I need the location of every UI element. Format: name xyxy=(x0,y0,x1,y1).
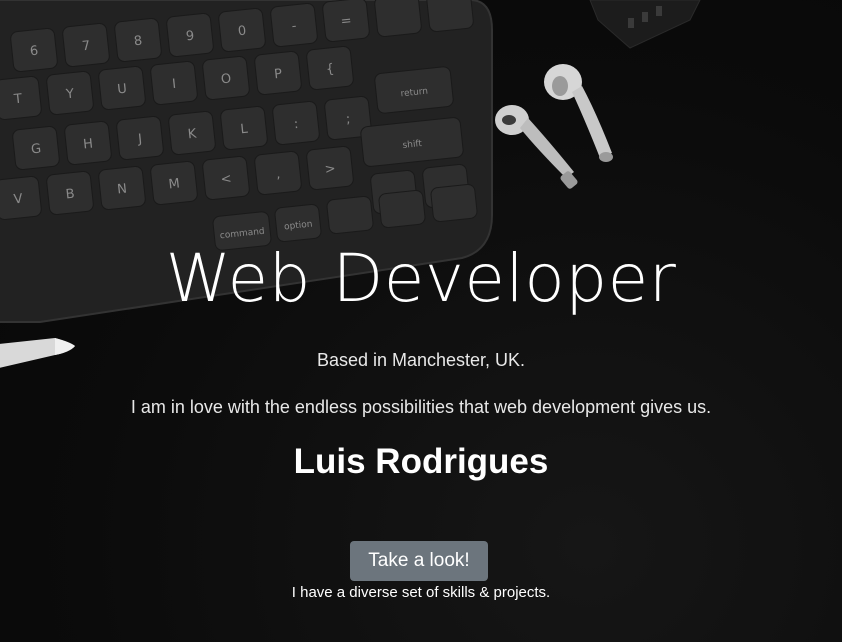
keyboard-key-label: M xyxy=(168,176,181,192)
location-text: Based in Manchester, UK. xyxy=(316,350,526,370)
keyboard-key-label: U xyxy=(117,82,128,98)
keyboard-key xyxy=(426,0,474,32)
keyboard-key-label: < xyxy=(220,171,232,187)
keyboard-key-label: 7 xyxy=(81,39,91,55)
keyboard-key-label: Y xyxy=(64,87,75,103)
earbuds-image xyxy=(495,64,613,189)
hero-section: 6 7 8 9 0- = T Y U I O P{return G H J K L:; shift V B N M <, > c… xyxy=(0,0,842,642)
keyboard-key-label: > xyxy=(324,161,336,177)
arrow-key xyxy=(378,189,426,229)
keyboard-key-label: T xyxy=(12,92,23,108)
keyboard-key-label: H xyxy=(83,137,94,153)
arrow-key xyxy=(326,195,374,235)
skills-note: I have a diverse set of skills & project… xyxy=(291,584,551,601)
keyboard-key-label: 0 xyxy=(237,24,247,40)
keyboard-key-label: 6 xyxy=(29,44,39,60)
notebook-image xyxy=(589,0,701,49)
keyboard-key-label: O xyxy=(220,71,232,87)
arrow-key xyxy=(430,183,478,223)
keyboard-key xyxy=(374,0,422,37)
keyboard-key-label: { xyxy=(325,62,335,78)
keyboard-key-label: B xyxy=(65,187,75,203)
developer-name: Luis Rodrigues xyxy=(293,442,549,481)
keyboard-key-label: shift xyxy=(402,139,423,151)
take-a-look-button[interactable]: Take a look! xyxy=(350,541,488,581)
keyboard-key-label: G xyxy=(30,142,42,158)
tagline-text: I am in love with the endless possibilit… xyxy=(130,397,712,417)
keyboard-key-label: V xyxy=(13,192,24,208)
keyboard-key-label: 8 xyxy=(133,34,143,50)
keyboard-key-label: N xyxy=(117,182,128,198)
keyboard-key-label: = xyxy=(340,13,352,29)
page-title: Web Developer xyxy=(165,240,677,317)
keyboard-key-label: 9 xyxy=(185,29,195,45)
